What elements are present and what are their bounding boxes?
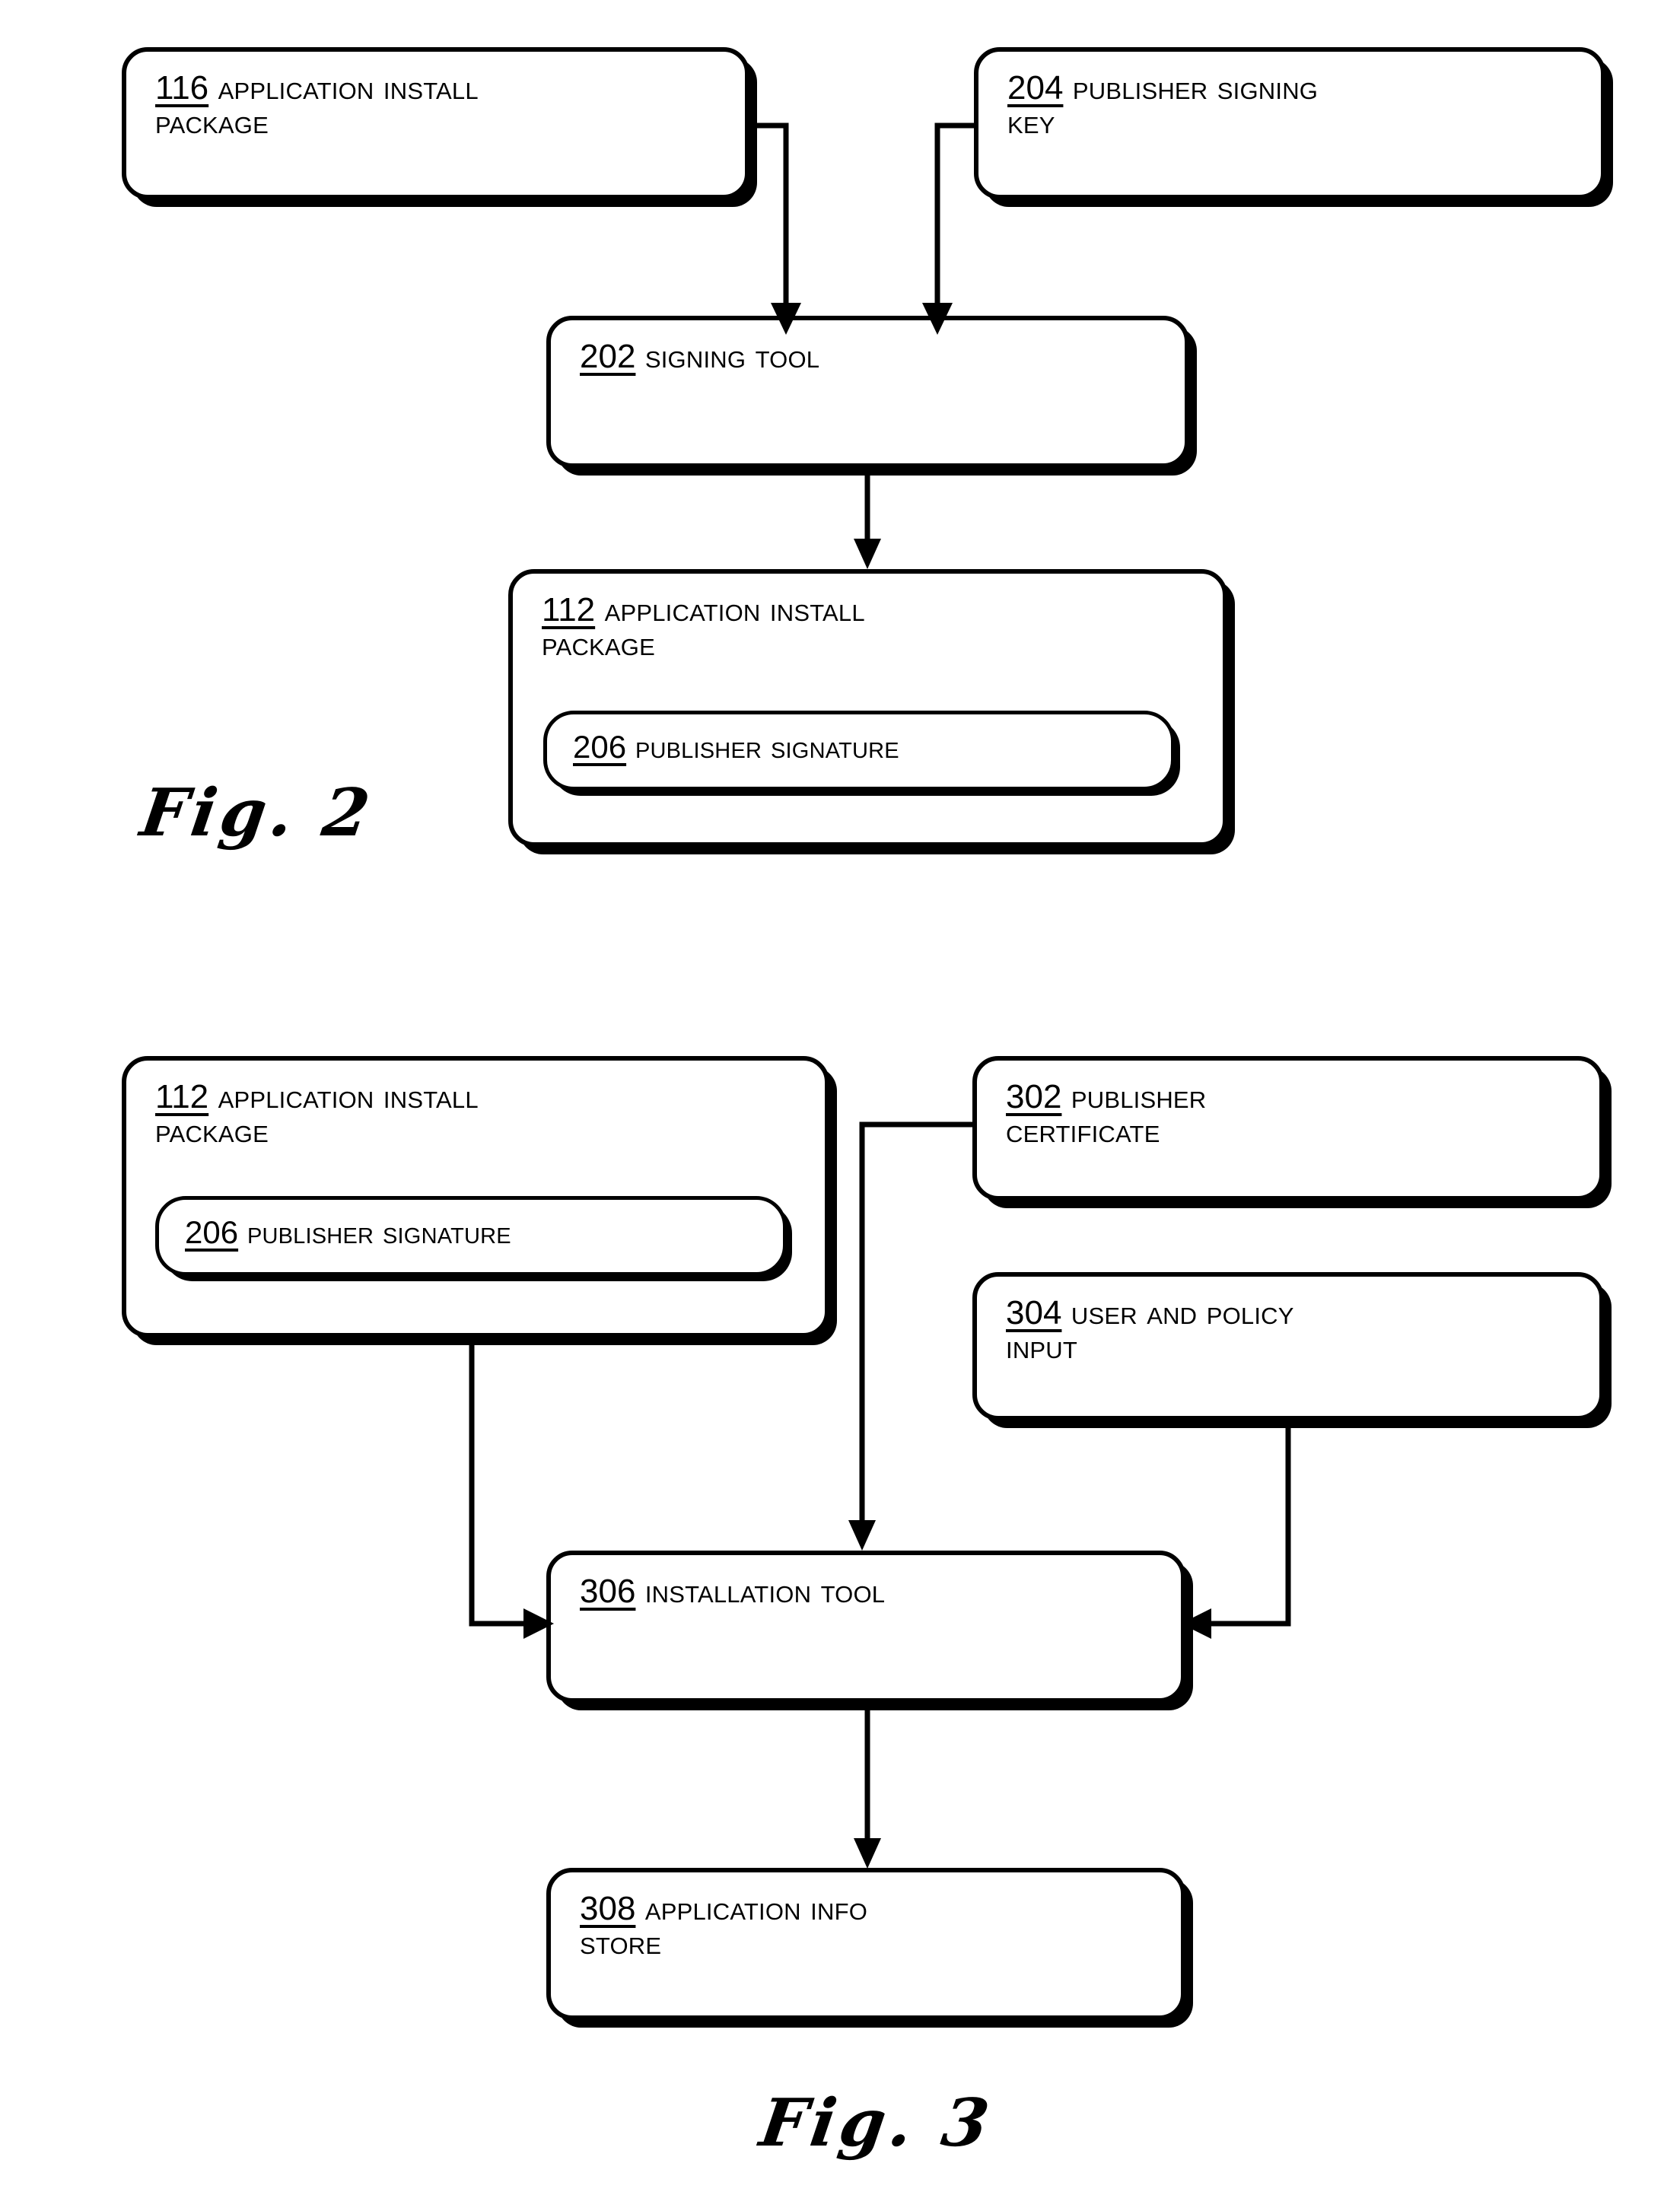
box-302-ref: 302 [1006,1078,1062,1115]
box-206-text-fig2: Publisher Signature [635,729,899,765]
box-204-label: 204 Publisher Signing Key [1007,69,1586,140]
arrowhead-302-to-306 [848,1520,876,1551]
box-308-label: 308 Application Info Store [580,1890,1166,1961]
connector-202-to-112 [854,472,881,569]
box-306-label: 306 Installation Tool [580,1573,1166,1610]
box-112-ref-fig3: 112 [155,1078,209,1115]
connector-112-to-306 [469,1342,554,1639]
box-204-publisher-signing-key: 204 Publisher Signing Key [974,47,1605,199]
box-304-user-and-policy-input: 304 User and Policy Input [972,1272,1604,1420]
box-206-ref-fig3: 206 [185,1214,239,1250]
box-204-ref: 204 [1007,69,1064,107]
box-112-label-fig2: 112 Application Install Package [542,593,1208,662]
figure-2-caption: Fig. 2 [135,775,378,851]
arrowhead-202-to-112 [854,539,881,569]
figure-3-caption: Fig. 3 [755,2085,998,2162]
box-206-text-fig3: Publisher Signature [247,1214,511,1250]
box-206-label-fig3: 206 Publisher Signature [185,1214,768,1250]
box-202-signing-tool: 202 Signing Tool [546,316,1189,468]
box-304-ref: 304 [1006,1294,1062,1331]
box-112-ref-fig2: 112 [542,591,596,628]
box-306-installation-tool: 306 Installation Tool [546,1551,1185,1703]
connector-302-to-306 [848,1121,972,1551]
box-206-label-fig2: 206 Publisher Signature [573,729,1156,765]
box-116-application-install-package: 116 Application Install Package [122,47,749,199]
box-206-ref-fig2: 206 [573,729,627,765]
box-112-application-install-package-fig2: 112 Application Install Package 206 Publ… [508,569,1227,847]
box-304-label: 304 User and Policy Input [1006,1296,1584,1365]
box-112-application-install-package-fig3: 112 Application Install Package 206 Publ… [122,1056,829,1338]
box-116-ref: 116 [155,69,209,107]
box-308-application-info-store: 308 Application Info Store [546,1868,1185,2020]
connector-204-to-202 [922,122,974,335]
box-308-ref: 308 [580,1890,636,1927]
arrowhead-306-to-308 [854,1838,881,1869]
box-202-ref: 202 [580,338,636,375]
box-206-publisher-signature-fig3: 206 Publisher Signature [155,1196,787,1276]
box-116-label: 116 Application Install Package [155,69,730,140]
box-306-ref: 306 [580,1573,636,1610]
box-112-label-fig3: 112 Application Install Package [155,1080,810,1149]
box-202-text: Signing Tool [644,338,820,375]
connector-116-to-202 [749,122,801,335]
patent-drawing-sheet: 116 Application Install Package 204 Publ… [0,0,1680,2195]
connector-304-to-306 [1181,1425,1291,1639]
box-302-label: 302 Publisher Certificate [1006,1080,1584,1149]
box-202-label: 202 Signing Tool [580,338,1169,375]
box-206-publisher-signature-fig2: 206 Publisher Signature [543,711,1175,791]
connector-306-to-308 [854,1707,881,1869]
box-306-text: Installation Tool [644,1573,886,1610]
arrowhead-304-to-306 [1181,1608,1211,1639]
box-302-publisher-certificate: 302 Publisher Certificate [972,1056,1604,1201]
